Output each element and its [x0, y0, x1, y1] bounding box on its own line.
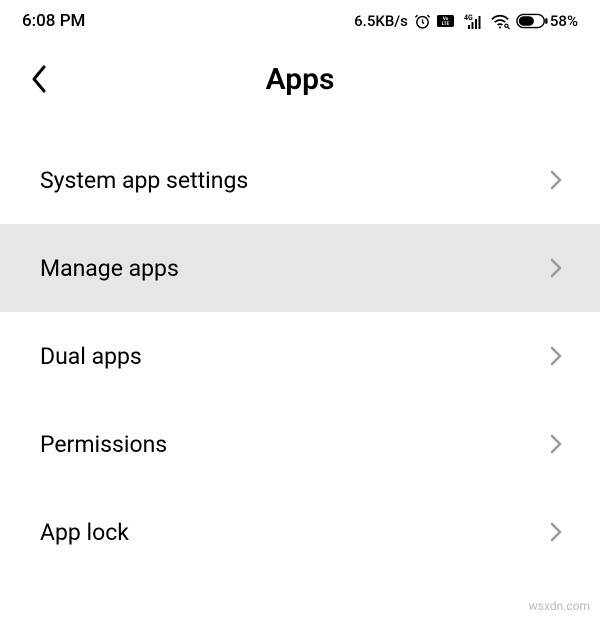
list-item-app-lock[interactable]: App lock	[0, 488, 600, 576]
chevron-right-icon	[550, 169, 562, 191]
chevron-right-icon	[550, 257, 562, 279]
chevron-left-icon	[30, 64, 48, 94]
chevron-right-icon	[550, 345, 562, 367]
header: Apps	[0, 42, 600, 116]
chevron-right-icon	[550, 433, 562, 455]
wifi-icon	[490, 13, 510, 29]
volte-icon: Vo LTE	[437, 14, 454, 28]
list-item-system-app-settings[interactable]: System app settings	[0, 136, 600, 224]
status-right: 6.5KB/s Vo LTE 4G	[354, 12, 578, 30]
list-item-label: Manage apps	[40, 255, 179, 282]
alarm-icon	[414, 13, 431, 30]
network-speed: 6.5KB/s	[354, 12, 408, 30]
chevron-right-icon	[550, 521, 562, 543]
watermark: wsxdn.com	[529, 599, 590, 613]
battery-percent: 58%	[550, 12, 578, 30]
list-item-manage-apps[interactable]: Manage apps	[0, 224, 600, 312]
status-time: 6:08 PM	[22, 11, 85, 31]
list-item-dual-apps[interactable]: Dual apps	[0, 312, 600, 400]
svg-text:Vo: Vo	[443, 16, 449, 22]
list-item-label: System app settings	[40, 167, 248, 194]
list-item-permissions[interactable]: Permissions	[0, 400, 600, 488]
battery-indicator: 58%	[516, 12, 578, 30]
list-item-label: Permissions	[40, 431, 167, 458]
svg-text:4G: 4G	[464, 14, 473, 22]
settings-list: System app settings Manage apps Dual app…	[0, 136, 600, 576]
back-button[interactable]	[30, 64, 48, 94]
list-item-label: App lock	[40, 519, 129, 546]
list-item-label: Dual apps	[40, 343, 142, 370]
signal-icon: 4G	[460, 13, 484, 29]
page-title: Apps	[266, 62, 335, 97]
status-bar: 6:08 PM 6.5KB/s Vo LTE 4G	[0, 0, 600, 42]
svg-text:LTE: LTE	[442, 21, 450, 27]
